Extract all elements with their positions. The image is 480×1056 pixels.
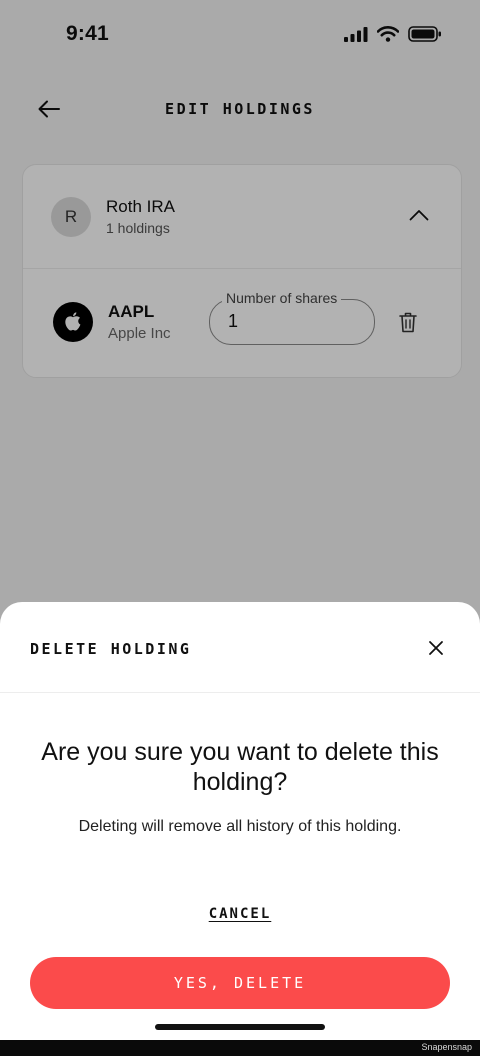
confirm-heading: Are you sure you want to delete this hol… [41,738,439,796]
delete-holding-sheet: DELETE HOLDING Are you sure you want to … [0,602,480,1040]
home-indicator [155,1024,325,1030]
watermark: Snapensnap [421,1042,472,1052]
confirm-message: Deleting will remove all history of this… [78,818,402,835]
confirm-delete-button[interactable]: YES, DELETE [30,957,450,1009]
app-screen: 9:41 EDIT HOLDINGS R Roth IRA 1 holdings… [0,0,480,1040]
footer-bar: Snapensnap [0,1040,480,1056]
sheet-title: DELETE HOLDING [30,640,192,658]
cancel-button[interactable]: CANCEL [0,906,480,922]
sheet-divider [0,692,480,693]
close-button[interactable] [424,636,448,660]
close-icon [429,641,443,655]
